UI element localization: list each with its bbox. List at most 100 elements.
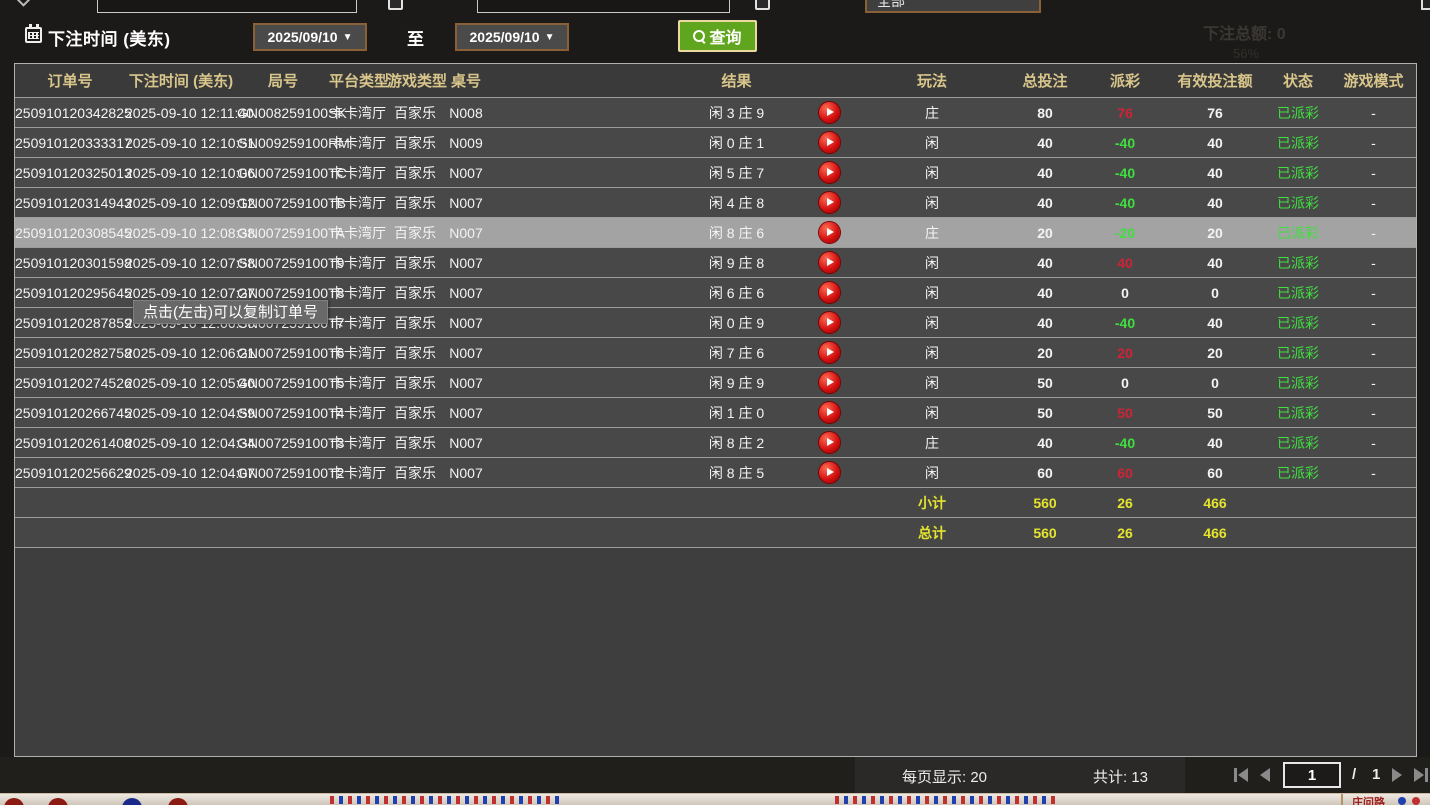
top-input-2[interactable] bbox=[477, 0, 730, 13]
game-type-cell: 百家乐 bbox=[387, 403, 443, 423]
order-cell[interactable]: 250910120256629 bbox=[15, 465, 125, 481]
order-cell[interactable]: 250910120295645 bbox=[15, 285, 125, 301]
round-cell: GN007259100T8 bbox=[237, 285, 329, 301]
result-cell: 闲 9 庄 9 bbox=[489, 373, 799, 393]
subtotal-row-total-bet: 560 bbox=[1005, 495, 1085, 511]
platform-cell: 卡卡湾厅 bbox=[329, 163, 387, 183]
table-row[interactable]: 2509101203149432025-09-10 12:09:12GN0072… bbox=[15, 188, 1416, 218]
valid-bet-cell: 40 bbox=[1165, 195, 1265, 211]
table-no-cell: N007 bbox=[443, 225, 489, 241]
replay-icon[interactable] bbox=[819, 102, 840, 123]
last-page-button[interactable] bbox=[1414, 768, 1424, 782]
payout-cell: -40 bbox=[1085, 435, 1165, 451]
table-row[interactable]: 2509101203015982025-09-10 12:07:58GN0072… bbox=[15, 248, 1416, 278]
page-slash: / bbox=[1352, 766, 1356, 783]
prev-page-button[interactable] bbox=[1260, 768, 1270, 782]
table-row[interactable]: 2509101202614082025-09-10 12:04:34GN0072… bbox=[15, 428, 1416, 458]
replay-icon[interactable] bbox=[819, 192, 840, 213]
platform-cell: 卡卡湾厅 bbox=[329, 193, 387, 213]
table-no-cell: N007 bbox=[443, 375, 489, 391]
order-cell[interactable]: 250910120282758 bbox=[15, 345, 125, 361]
background-game-strip: 庄问路 bbox=[0, 793, 1430, 805]
replay-cell bbox=[799, 312, 859, 333]
table-no-cell: N007 bbox=[443, 435, 489, 451]
collapse-icon[interactable] bbox=[14, 0, 32, 7]
date-to-value: 2025/09/10 bbox=[470, 29, 540, 45]
game-mode-cell: - bbox=[1331, 435, 1416, 451]
platform-cell: 卡卡湾厅 bbox=[329, 133, 387, 153]
replay-icon[interactable] bbox=[819, 342, 840, 363]
play-cell: 闲 bbox=[859, 163, 1005, 183]
valid-bet-cell: 40 bbox=[1165, 435, 1265, 451]
replay-icon[interactable] bbox=[819, 462, 840, 483]
order-cell[interactable]: 250910120261408 bbox=[15, 435, 125, 451]
ghost-percent: 56% bbox=[1233, 46, 1259, 61]
first-page-icon[interactable] bbox=[1234, 768, 1237, 782]
replay-icon[interactable] bbox=[819, 222, 840, 243]
replay-icon[interactable] bbox=[819, 282, 840, 303]
replay-icon[interactable] bbox=[819, 252, 840, 273]
order-cell[interactable]: 250910120325013 bbox=[15, 165, 125, 181]
date-from-select[interactable]: 2025/09/10 ▼ bbox=[253, 23, 367, 51]
subtotal-row-valid-bet: 466 bbox=[1165, 495, 1265, 511]
time-cell: 2025-09-10 12:06:21 bbox=[125, 345, 237, 361]
replay-icon[interactable] bbox=[819, 312, 840, 333]
last-page-icon[interactable] bbox=[1425, 768, 1428, 782]
order-cell[interactable]: 250910120333317 bbox=[15, 135, 125, 151]
game-mode-cell: - bbox=[1331, 105, 1416, 121]
replay-cell bbox=[799, 342, 859, 363]
table-row[interactable]: 2509101203250132025-09-10 12:10:06GN0072… bbox=[15, 158, 1416, 188]
table-row[interactable]: 2509101202667452025-09-10 12:04:59GN0072… bbox=[15, 398, 1416, 428]
header-time: 下注时间 (美东) bbox=[125, 70, 237, 91]
header-round: 局号 bbox=[237, 70, 329, 91]
top-calendar-icon-1[interactable] bbox=[388, 0, 403, 10]
round-cell: GN008259100SK bbox=[237, 105, 329, 121]
play-cell: 闲 bbox=[859, 133, 1005, 153]
order-cell[interactable]: 250910120314943 bbox=[15, 195, 125, 211]
order-cell[interactable]: 250910120308545 bbox=[15, 225, 125, 241]
table-row[interactable]: 2509101203428252025-09-10 12:11:40GN0082… bbox=[15, 98, 1416, 128]
replay-cell bbox=[799, 102, 859, 123]
valid-bet-cell: 60 bbox=[1165, 465, 1265, 481]
top-corner-icon[interactable] bbox=[1421, 0, 1430, 10]
query-button[interactable]: 查询 bbox=[678, 20, 757, 52]
replay-icon[interactable] bbox=[819, 162, 840, 183]
replay-icon[interactable] bbox=[819, 132, 840, 153]
top-dropdown[interactable]: 全部 ▼ bbox=[865, 0, 1041, 13]
replay-icon[interactable] bbox=[819, 402, 840, 423]
platform-cell: 卡卡湾厅 bbox=[329, 283, 387, 303]
result-cell: 闲 7 庄 6 bbox=[489, 343, 799, 363]
replay-cell bbox=[799, 282, 859, 303]
result-cell: 闲 8 庄 6 bbox=[489, 223, 799, 243]
top-calendar-icon-2[interactable] bbox=[755, 0, 770, 10]
table-row[interactable]: 2509101202827582025-09-10 12:06:21GN0072… bbox=[15, 338, 1416, 368]
replay-icon[interactable] bbox=[819, 372, 840, 393]
game-mode-cell: - bbox=[1331, 405, 1416, 421]
game-mode-cell: - bbox=[1331, 465, 1416, 481]
game-type-cell: 百家乐 bbox=[387, 223, 443, 243]
payout-cell: 0 bbox=[1085, 285, 1165, 301]
valid-bet-cell: 40 bbox=[1165, 255, 1265, 271]
order-cell[interactable]: 250910120287859 bbox=[15, 315, 125, 331]
replay-icon[interactable] bbox=[819, 432, 840, 453]
game-type-cell: 百家乐 bbox=[387, 373, 443, 393]
order-cell[interactable]: 250910120342825 bbox=[15, 105, 125, 121]
table-row[interactable]: 2509101203333172025-09-10 12:10:51GN0092… bbox=[15, 128, 1416, 158]
replay-cell bbox=[799, 402, 859, 423]
replay-cell bbox=[799, 432, 859, 453]
page-input[interactable] bbox=[1283, 762, 1341, 788]
status-cell: 已派彩 bbox=[1265, 133, 1331, 153]
table-row[interactable]: 2509101202566292025-09-10 12:04:07GN0072… bbox=[15, 458, 1416, 488]
valid-bet-cell: 20 bbox=[1165, 345, 1265, 361]
table-row[interactable]: 2509101203085452025-09-10 12:08:38GN0072… bbox=[15, 218, 1416, 248]
time-cell: 2025-09-10 12:04:07 bbox=[125, 465, 237, 481]
first-page-button[interactable] bbox=[1238, 768, 1248, 782]
order-cell[interactable]: 250910120274526 bbox=[15, 375, 125, 391]
date-to-select[interactable]: 2025/09/10 ▼ bbox=[455, 23, 569, 51]
payout-cell: 40 bbox=[1085, 255, 1165, 271]
order-cell[interactable]: 250910120266745 bbox=[15, 405, 125, 421]
top-input-1[interactable] bbox=[97, 0, 357, 13]
table-row[interactable]: 2509101202745262025-09-10 12:05:40GN0072… bbox=[15, 368, 1416, 398]
next-page-button[interactable] bbox=[1392, 768, 1402, 782]
order-cell[interactable]: 250910120301598 bbox=[15, 255, 125, 271]
